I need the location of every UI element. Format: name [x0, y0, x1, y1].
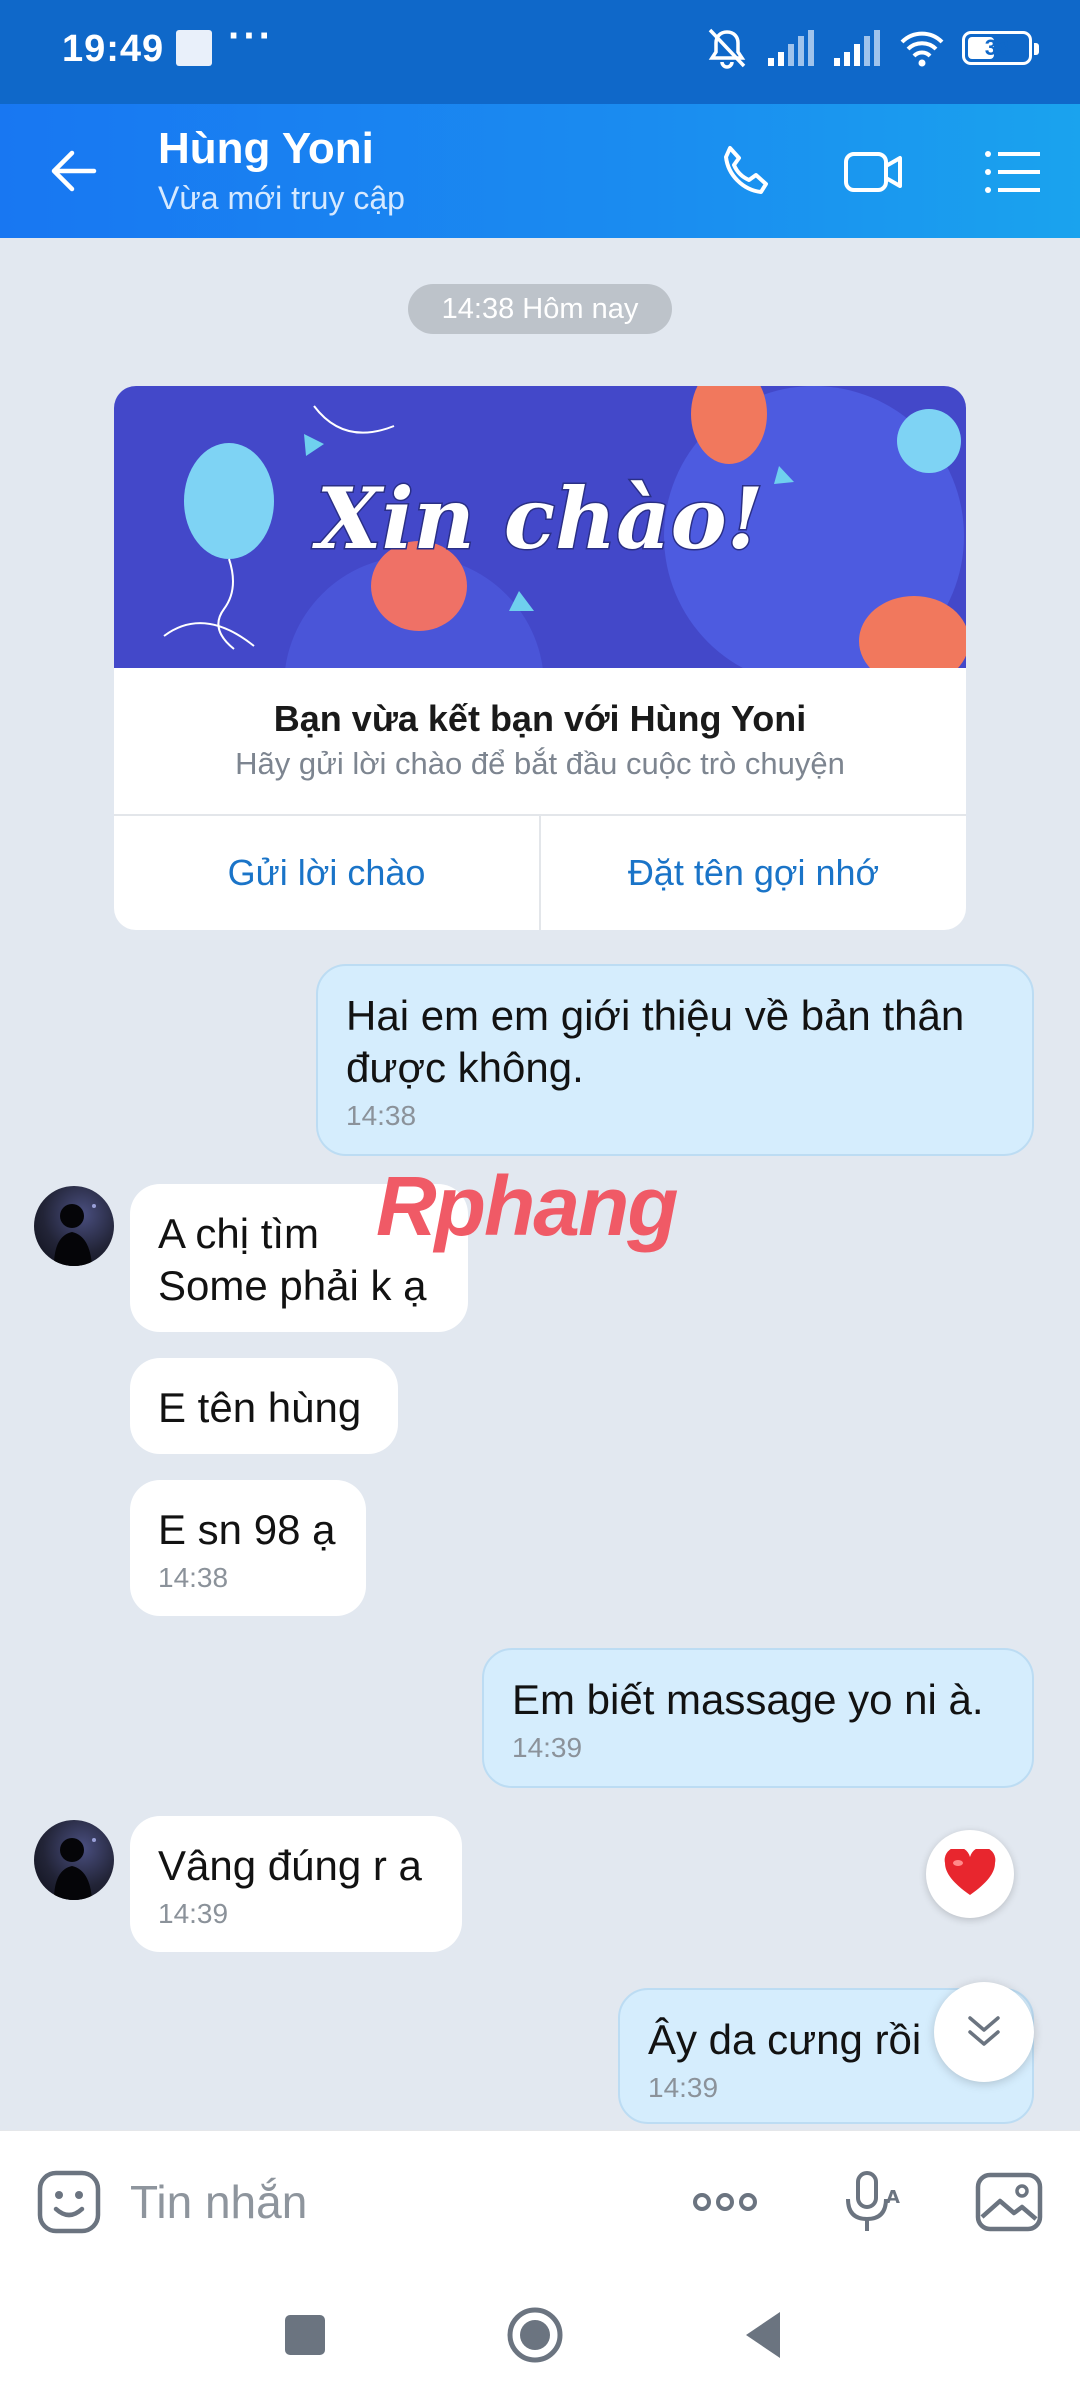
mute-bell-icon [708, 28, 746, 69]
message-bubble-in[interactable]: E tên hùng [130, 1358, 398, 1454]
more-notifications-icon: ··· [228, 14, 274, 58]
card-subtitle: Hãy gửi lời chào để bắt đầu cuộc trò chu… [235, 746, 845, 781]
message-text: E tên hùng [158, 1384, 362, 1431]
message-bubble-out[interactable]: Hai em em giới thiệu về bản thân được kh… [316, 964, 1034, 1156]
message-text: Hai em em giới thiệu về bản thân được kh… [346, 992, 965, 1091]
date-separator: 14:38 Hôm nay [408, 284, 672, 334]
message-bubble-in[interactable]: E sn 98 ạ 14:38 [130, 1480, 366, 1616]
status-icons: 33 [704, 26, 1039, 70]
voice-icon[interactable]: A [834, 2167, 904, 2237]
wifi-icon [900, 31, 944, 67]
back-arrow-icon[interactable] [44, 141, 104, 201]
svg-text:A: A [886, 2187, 900, 2208]
sticker-icon[interactable] [34, 2167, 104, 2237]
system-nav-bar [0, 2270, 1080, 2400]
notification-icon [176, 30, 212, 66]
battery-icon: 33 [962, 31, 1039, 65]
message-text: Vâng đúng r a [158, 1842, 422, 1889]
phone-icon[interactable] [712, 140, 776, 204]
message-input[interactable]: Tin nhắn [130, 2175, 307, 2229]
message-time: 14:39 [648, 2072, 719, 2103]
signal-icon [768, 30, 814, 66]
chevron-down-icon [968, 2016, 1000, 2046]
message-text: Ây da cưng rồi [648, 2016, 922, 2063]
recents-icon[interactable] [270, 2300, 340, 2370]
friend-request-card: Xin chào! Bạn vừa kết bạn với Hùng Yoni … [114, 386, 966, 930]
watermark: Rphang [376, 1158, 679, 1255]
message-bubble-out[interactable]: Em biết massage yo ni à. 14:39 [482, 1648, 1034, 1788]
chat-area[interactable]: 14:38 Hôm nay Xin chào! Bạn vừa kết bạn … [0, 238, 1080, 2130]
status-bar: 19:49 ··· 33 [0, 0, 1080, 104]
avatar[interactable] [34, 1820, 114, 1900]
card-title: Bạn vừa kết bạn với Hùng Yoni [273, 698, 807, 739]
contact-status: Vừa mới truy cập [158, 180, 405, 216]
message-bubble-in[interactable]: Vâng đúng r a 14:39 [130, 1816, 462, 1952]
image-icon[interactable] [974, 2167, 1044, 2237]
greeting-banner: Xin chào! [114, 386, 966, 668]
home-icon[interactable] [500, 2300, 570, 2370]
message-time: 14:38 [158, 1562, 229, 1593]
message-time: 14:39 [158, 1898, 229, 1929]
signal-2-icon [834, 30, 880, 66]
send-greeting-button[interactable]: Gửi lời chào [114, 816, 539, 930]
chat-header: Hùng Yoni Vừa mới truy cập [0, 104, 1080, 238]
video-call-icon[interactable] [842, 140, 906, 204]
message-text: E sn 98 ạ [158, 1506, 336, 1553]
status-time: 19:49 [62, 28, 165, 70]
avatar[interactable] [34, 1186, 114, 1266]
message-time: 14:38 [346, 1100, 417, 1131]
message-text: Em biết massage yo ni à. [512, 1676, 984, 1723]
message-time: 14:39 [512, 1732, 583, 1763]
set-nickname-button[interactable]: Đặt tên gợi nhớ [541, 816, 966, 930]
battery-level: 33 [984, 35, 1010, 60]
menu-icon[interactable] [980, 140, 1044, 204]
contact-name[interactable]: Hùng Yoni [158, 124, 374, 174]
message-input-bar: Tin nhắn A [0, 2130, 1080, 2270]
banner-text: Xin chào! [312, 469, 764, 568]
more-icon[interactable] [690, 2167, 760, 2237]
scroll-down-button[interactable] [934, 1982, 1034, 2082]
watermark-text: Rphang [376, 1159, 679, 1253]
heart-reaction-icon[interactable] [926, 1830, 1014, 1918]
back-icon[interactable] [730, 2300, 800, 2370]
